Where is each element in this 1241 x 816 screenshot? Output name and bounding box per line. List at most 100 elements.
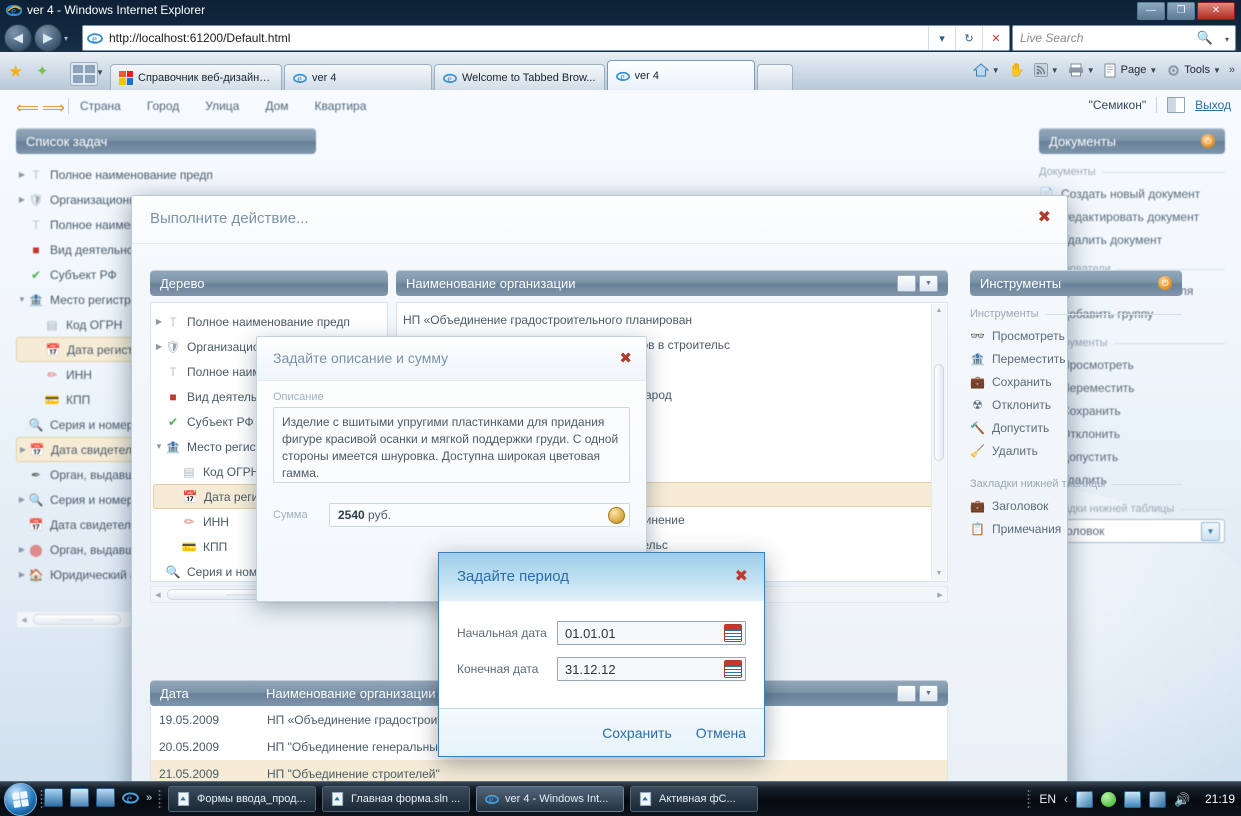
volume-icon[interactable]: 🔊 [1174,792,1190,807]
show-desktop-icon[interactable] [44,788,63,807]
scroll-left-icon[interactable]: ◀ [17,616,31,624]
browser-tab-2[interactable]: e ver 4 [284,64,432,90]
new-tab-button[interactable] [756,64,793,90]
display-icon[interactable] [1149,790,1166,808]
expander-icon[interactable]: ▼ [16,295,28,304]
names-row[interactable]: НП «Объединение градостроительного плани… [397,307,931,332]
names-vscrollbar[interactable]: ▲ ▼ [931,304,946,580]
breadcrumb-item-2[interactable]: Город [147,99,179,113]
task-button[interactable]: Активная фС... [630,786,758,812]
breadcrumb-item-3[interactable]: Улица [205,99,239,113]
tray-expand-icon[interactable]: ‹ [1064,792,1068,806]
period-cancel-button[interactable]: Отмена [696,725,746,741]
close-icon[interactable]: ✖ [735,569,748,585]
stop-icon[interactable]: ✕ [982,26,1009,50]
search-box[interactable]: Live Search 🔍 ▾ [1012,25,1236,51]
columns-icon[interactable] [897,684,916,702]
scroll-right-icon[interactable]: ▶ [933,591,947,599]
contacts-icon[interactable] [1124,790,1141,808]
print-button[interactable]: ▼ [1065,62,1098,78]
close-icon[interactable]: ✖ [1038,210,1051,226]
sum-input[interactable]: 2540 руб. [329,503,630,527]
breadcrumb-item-4[interactable]: Дом [265,99,288,113]
chevron-down-icon[interactable]: ▼ [1213,66,1221,75]
logout-link[interactable]: Выход [1195,98,1231,112]
expander-icon[interactable]: ▶ [16,170,28,179]
browser-tab-1[interactable]: Справочник веб-дизайне... [110,64,282,90]
chevron-down-icon[interactable]: ▼ [992,66,1000,75]
close-button[interactable]: ✕ [1197,2,1235,20]
address-bar[interactable]: e http://localhost:61200/Default.html ▾ … [82,25,1010,51]
start-button[interactable] [4,783,37,816]
expander-icon[interactable]: ▶ [16,495,28,504]
calendar-icon[interactable] [724,624,742,642]
refresh-icon[interactable]: ↻ [955,26,982,50]
dialog-tool-allow[interactable]: 🔨 Допустить [970,416,1182,439]
browser-tab-4[interactable]: e ver 4 [606,60,755,90]
quick-launch-overflow-icon[interactable]: » [146,792,152,804]
task-button[interactable]: Формы ввода_прод... [168,786,316,812]
add-to-favorites-icon[interactable]: ✦ [36,62,49,80]
rss-button[interactable]: ▼ [1031,62,1062,78]
expander-icon[interactable]: ▶ [16,545,28,554]
scroll-left-icon[interactable]: ◀ [151,591,165,599]
dialog-tool-reject[interactable]: ☢ Отклонить [970,393,1182,416]
scroll-thumb[interactable] [33,614,121,625]
columns-icon[interactable] [897,274,916,292]
breadcrumb-item-1[interactable]: Страна [80,99,121,113]
end-date-field[interactable]: 31.12.12 [557,657,746,681]
chevron-down-icon[interactable]: ▼ [1087,66,1095,75]
chevron-down-icon[interactable]: ▼ [1051,66,1059,75]
page-menu-button[interactable]: Page ▼ [1101,62,1161,79]
task-button[interactable]: Главная форма.sln ... [322,786,470,812]
home-button[interactable]: ▼ [970,61,1003,79]
chevron-down-icon[interactable]: ▼ [919,684,938,702]
dialog-bookmark-header[interactable]: 💼 Заголовок [970,494,1182,517]
flip3d-icon[interactable] [96,788,115,807]
chevron-down-icon[interactable]: ▼ [1149,66,1157,75]
description-textarea[interactable]: Изделие с вшитыми упругими пластинками д… [273,407,630,483]
tray-grip[interactable] [1027,789,1032,809]
task-button-active[interactable]: e ver 4 - Windows Int... [476,786,624,812]
dialog-tool-delete[interactable]: 🧹 Удалить [970,439,1182,462]
dialog-bookmark-notes[interactable]: 📋 Примечания [970,517,1182,540]
forward-button[interactable]: ▶ [34,24,62,52]
clock[interactable]: 21:19 [1197,792,1235,806]
scroll-thumb[interactable] [934,364,944,461]
close-icon[interactable]: ✖ [619,349,632,367]
bottom-col-org[interactable]: Наименование организации [266,686,435,701]
ie-icon[interactable]: e [122,789,139,806]
expander-icon[interactable]: ▶ [16,570,28,579]
forward-arrow-icon[interactable]: ⟹ [42,98,65,118]
search-input[interactable]: Live Search [1020,31,1083,45]
back-arrow-icon[interactable]: ⟸ [16,98,39,118]
scroll-down-icon[interactable]: ▼ [932,567,946,580]
expander-icon[interactable]: ▶ [153,317,165,326]
scroll-up-icon[interactable]: ▲ [932,304,946,317]
start-date-field[interactable]: 01.01.01 [557,621,746,645]
dialog-tool-move[interactable]: 🏦 Переместить [970,347,1182,370]
minimize-button[interactable]: — [1137,2,1165,20]
dialog-tool-view[interactable]: 👓 Просмотреть [970,324,1182,347]
tree-node[interactable]: ▶ T Полное наименование предп [16,162,316,187]
table-row-selected[interactable]: 21.05.2009 НП "Объединение строителей" [151,760,947,782]
recent-pages-dropdown[interactable]: ▾ [64,34,68,43]
switch-windows-icon[interactable] [70,788,89,807]
back-button[interactable]: ◀ [4,24,32,52]
network-icon[interactable] [1076,790,1093,808]
chevron-down-icon[interactable]: ▼ [919,274,938,292]
address-history-dropdown[interactable]: ▾ [928,26,955,50]
coin-icon[interactable] [608,506,625,524]
tasks-grip[interactable] [158,789,162,809]
bottom-col-date[interactable]: Дата [160,686,266,701]
breadcrumb-item-5[interactable]: Квартира [315,99,367,113]
status-green-icon[interactable] [1101,791,1116,807]
tab-list-dropdown[interactable]: ▼ [96,68,104,77]
tree-node[interactable]: ▶ T Полное наименование предп [153,309,385,334]
maximize-button[interactable]: ❐ [1167,2,1195,20]
expander-icon[interactable]: ▶ [16,195,28,204]
language-indicator[interactable]: EN [1039,792,1056,806]
tools-menu-button[interactable]: Tools ▼ [1163,62,1224,79]
expander-icon[interactable]: ▼ [153,442,165,451]
browser-tab-3[interactable]: e Welcome to Tabbed Brow... [434,64,605,90]
